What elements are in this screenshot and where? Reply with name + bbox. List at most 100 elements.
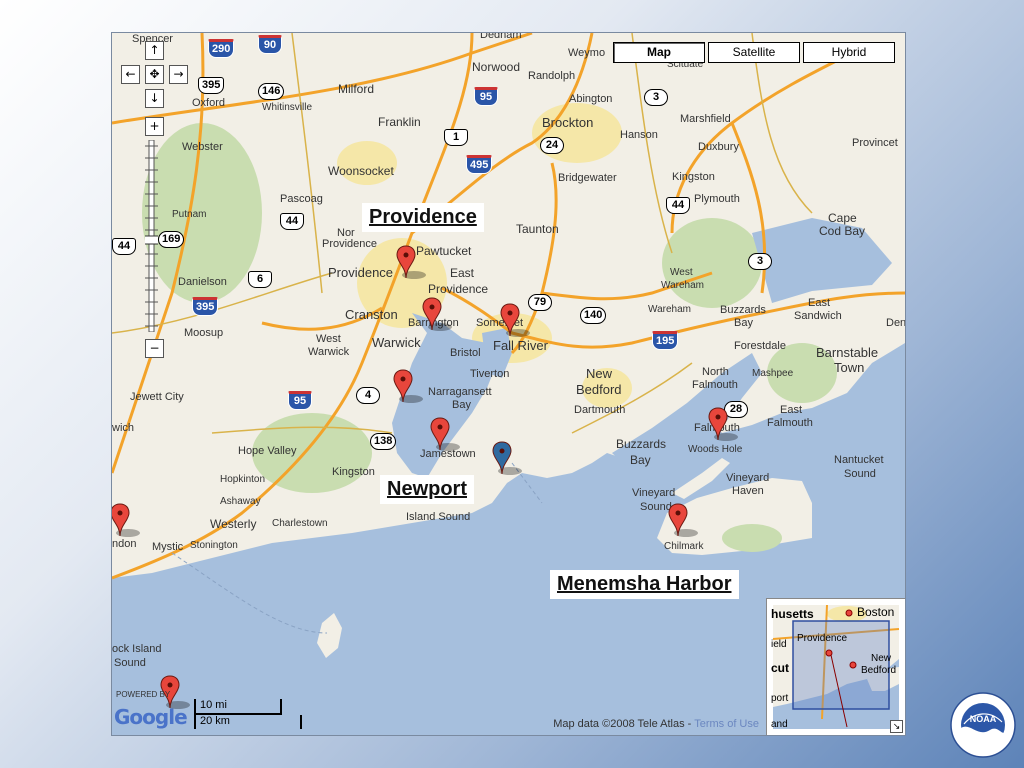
place-label-east-sandwich-2: Sandwich (794, 310, 842, 322)
place-label-wareham: Wareham (648, 304, 691, 315)
place-label-hope-valley: Hope Valley (238, 445, 297, 457)
overview-label-field: ield (771, 639, 787, 650)
map-marker-icon[interactable] (500, 303, 530, 337)
highway-shield-r138: 138 (370, 433, 397, 450)
callout-providence: Providence (362, 203, 484, 232)
place-label-brockton: Brockton (542, 115, 594, 130)
terms-of-use-link[interactable]: Terms of Use (694, 718, 759, 730)
urban-area (337, 141, 397, 185)
place-label-north-falmouth-2: Falmouth (692, 379, 738, 391)
place-label-barnstable-1: Barnstable (816, 345, 879, 360)
place-label-new-bedford-2: Bedford (576, 382, 622, 397)
map-view[interactable]: Spencer Dedham Weymo Scituate Oxford Whitinsv… (111, 32, 906, 736)
place-label-westerly: Westerly (210, 517, 257, 531)
overview-map[interactable]: Boston husetts Providence New Bedford ie… (766, 598, 905, 735)
place-label-woonsocket: Woonsocket (328, 164, 394, 178)
map-type-satellite-button[interactable]: Satellite (708, 42, 800, 63)
highway-shield-r4: 4 (356, 387, 380, 404)
google-logo[interactable]: Google (114, 705, 188, 729)
pan-right-icon[interactable]: → (169, 65, 188, 84)
place-label-chilmark: Chilmark (664, 541, 704, 552)
forest-patch (722, 524, 782, 552)
place-label-east-sandwich-1: East (808, 297, 831, 309)
pan-up-icon[interactable]: ↑ (145, 41, 164, 60)
place-label-providence-city: Providence (328, 265, 394, 280)
place-label-london: ndon (112, 538, 137, 550)
place-label-hopkinton: Hopkinton (220, 474, 266, 485)
pan-left-icon[interactable]: ← (121, 65, 140, 84)
map-marker-icon[interactable] (112, 503, 140, 537)
place-label-charlestown: Charlestown (272, 518, 328, 529)
place-label-north-providence-2: Providence (322, 238, 378, 250)
highway-shield-us395-s: 395 (192, 297, 219, 316)
overview-label-massachusetts: husetts (771, 607, 814, 621)
place-label-bristol: Bristol (450, 347, 481, 359)
place-label-randolph: Randolph (528, 70, 576, 82)
map-marker-icon[interactable] (668, 503, 698, 537)
map-copyright: Map data ©2008 Tele Atlas - Terms of Use (553, 718, 759, 730)
callout-menemsha-harbor: Menemsha Harbor (550, 570, 739, 599)
place-label-island-sound: Island Sound (406, 511, 471, 523)
place-label-east-falmouth-1: East (780, 404, 803, 416)
place-label-putnam: Putnam (172, 209, 207, 220)
place-label-weymouth: Weymo (568, 47, 606, 59)
place-label-dartmouth: Dartmouth (574, 404, 626, 416)
place-label-cape-cod-bay-2: Cod Bay (819, 224, 866, 238)
place-label-provincetown: Provincet (852, 137, 898, 149)
place-label-kingston-ri: Kingston (332, 466, 375, 478)
place-label-west-warwick-1: West (316, 333, 341, 345)
place-label-vineyard-sound-1: Vineyard (632, 487, 676, 499)
place-label-narragansett-1: Narragansett (428, 386, 492, 398)
overview-label-boston: Boston (857, 605, 895, 619)
map-type-hybrid-button[interactable]: Hybrid (803, 42, 895, 63)
place-label-norwood: Norwood (472, 60, 521, 74)
map-marker-icon[interactable] (430, 417, 460, 451)
overview-label-port: port (771, 693, 789, 704)
place-label-duxbury: Duxbury (698, 141, 739, 153)
callout-newport: Newport (380, 475, 474, 504)
pan-center-icon[interactable]: ✥ (145, 65, 164, 84)
powered-by-label: POWERED BY (116, 690, 171, 699)
zoom-slider[interactable] (145, 140, 158, 332)
overview-label-providence: Providence (797, 633, 848, 644)
place-label-warwick: Warwick (372, 335, 421, 350)
pan-down-icon[interactable]: ↓ (145, 89, 164, 108)
scale-bar: 10 mi 20 km (194, 699, 302, 729)
highway-shield-i290: 290 (208, 39, 235, 58)
copyright-text: Map data ©2008 Tele Atlas - (553, 718, 695, 730)
place-label-buzzards-bay-town-2: Bay (734, 317, 753, 329)
highway-shield-i95-s: 95 (288, 391, 312, 410)
map-marker-blue-icon[interactable] (492, 441, 522, 475)
place-label-norwich: wich (112, 422, 135, 434)
overview-marker-boston (845, 609, 853, 617)
place-label-plymouth: Plymouth (694, 193, 740, 205)
zoom-slider-handle[interactable] (145, 235, 158, 245)
collapse-overview-icon[interactable]: ↘ (890, 720, 903, 733)
highway-shield-r44-ri: 44 (280, 213, 304, 230)
map-marker-icon[interactable] (396, 245, 426, 279)
map-type-map-button[interactable]: Map (613, 42, 705, 63)
place-label-milford: Milford (338, 82, 375, 96)
zoom-out-icon[interactable]: − (145, 339, 164, 358)
place-label-dedham: Dedham (480, 32, 522, 41)
highway-shield-r6: 6 (248, 271, 272, 288)
place-label-west-wareham-1: West (670, 267, 693, 278)
highway-shield-r140: 140 (580, 307, 607, 324)
map-marker-icon[interactable] (708, 407, 738, 441)
place-label-abington: Abington (569, 93, 613, 105)
map-marker-icon[interactable] (393, 369, 423, 403)
highway-shield-r24: 24 (540, 137, 564, 154)
place-label-taunton: Taunton (516, 222, 559, 236)
zoom-in-icon[interactable]: + (145, 117, 164, 136)
place-label-ashaway: Ashaway (220, 496, 261, 507)
place-label-buzzards-bay-2: Bay (630, 453, 651, 467)
place-label-danielson: Danielson (178, 276, 227, 288)
block-island (317, 613, 342, 658)
highway-shield-r1: 1 (444, 129, 468, 146)
place-label-cranston: Cranston (345, 307, 398, 322)
map-marker-icon[interactable] (422, 297, 452, 331)
highway-shield-us395-n: 395 (198, 77, 225, 94)
place-label-woods-hole: Woods Hole (688, 444, 743, 455)
ferry-route (171, 552, 328, 634)
place-label-nantucket-sound-2: Sound (844, 468, 876, 480)
